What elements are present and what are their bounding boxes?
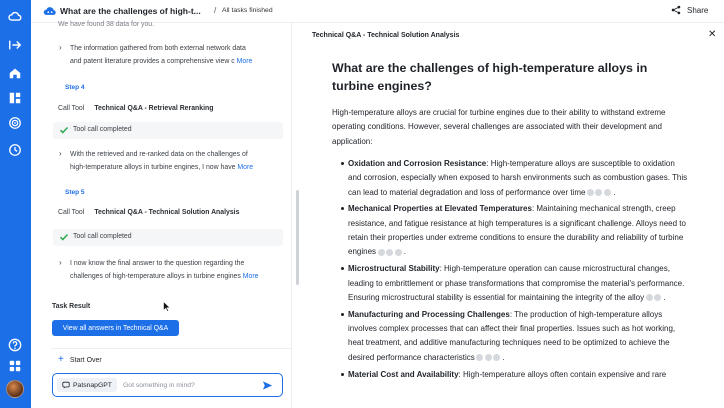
challenge-heading: Microstructural Stability — [348, 264, 440, 274]
more-link[interactable]: More — [243, 273, 259, 280]
challenge-item: Material Cost and Availability: High-tem… — [341, 368, 688, 382]
more-link[interactable]: More — [237, 58, 253, 65]
chat-bubble-icon — [62, 381, 70, 389]
citation-icon[interactable] — [394, 248, 402, 256]
summary-1-line1: The information gathered from both exter… — [70, 45, 246, 52]
challenge-list: Oxidation and Corrosion Resistance : High… — [341, 157, 688, 384]
call-tool-label: Call Tool — [58, 105, 85, 112]
tool-name: Technical Q&A - Technical Solution Analy… — [94, 209, 240, 216]
tool-name: Technical Q&A - Retrieval Reranking — [94, 105, 214, 112]
tool-call-completed: Tool call completed — [73, 126, 132, 133]
chat-input-box: PatsnapGPT — [52, 373, 283, 397]
citation-icon[interactable] — [386, 248, 394, 256]
step-4-label: Step 4 — [65, 84, 85, 91]
history-icon[interactable] — [6, 141, 24, 159]
challenge-text: : High-temperature alloys often contain … — [458, 369, 667, 379]
step-5-label: Step 5 — [65, 189, 85, 196]
more-link[interactable]: More — [237, 164, 253, 171]
summary-1: The information gathered from both exter… — [70, 42, 285, 68]
step-5-call-tool: Call Tool Technical Q&A - Technical Solut… — [58, 209, 239, 216]
summary-3: I now know the final answer to the quest… — [70, 257, 285, 283]
tool-call-status: Tool call completed — [53, 229, 283, 246]
plus-icon: + — [58, 354, 64, 365]
challenge-heading: Manufacturing and Processing Challenges — [348, 309, 510, 319]
share-icon — [671, 5, 681, 15]
call-tool-label: Call Tool — [58, 209, 85, 216]
start-over-label: Start Over — [69, 356, 102, 364]
citation-icon[interactable] — [377, 248, 385, 256]
citation-icon[interactable] — [586, 188, 594, 196]
chevron-right-icon[interactable]: › — [59, 149, 62, 158]
summary-2: With the retrieved and re-ranked data on… — [70, 148, 285, 174]
citation-icon[interactable] — [493, 354, 501, 362]
left-rail — [0, 0, 31, 408]
panel-splitter[interactable] — [291, 23, 292, 408]
citation-icon[interactable] — [645, 294, 653, 302]
tool-call-status: Tool call completed — [53, 122, 283, 139]
message-input[interactable] — [123, 379, 253, 392]
citation-icon[interactable] — [603, 188, 611, 196]
help-icon[interactable] — [6, 336, 24, 354]
challenge-heading: Oxidation and Corrosion Resistance — [348, 159, 487, 168]
challenge-item: Manufacturing and Processing Challenges:… — [341, 308, 688, 365]
summary-2-line2: high-temperature alloys in turbine engin… — [70, 164, 236, 171]
answer-panel: Technical Q&A - Technical Solution Analy… — [300, 23, 724, 408]
challenge-heading: Mechanical Properties at Elevated Temper… — [348, 204, 532, 214]
app-logo-icon — [43, 7, 56, 15]
chevron-right-icon[interactable]: › — [59, 43, 62, 52]
start-over-button[interactable]: + Start Over — [58, 354, 102, 365]
summary-3-line2: challenges of high-temperature alloys in… — [70, 273, 241, 280]
step-4-call-tool: Call Tool Technical Q&A - Retrieval Reran… — [58, 105, 213, 112]
citation-icon[interactable] — [654, 294, 662, 302]
summary-3-line1: I now know the final answer to the quest… — [70, 260, 245, 267]
home-icon[interactable] — [6, 64, 24, 82]
answer-panel-title: Technical Q&A - Technical Solution Analy… — [312, 32, 460, 39]
scrollbar-thumb[interactable] — [296, 190, 299, 285]
agent-steps-panel: We have found 38 data for you. › The inf… — [31, 21, 291, 408]
user-avatar[interactable] — [6, 380, 24, 398]
tool-call-completed: Tool call completed — [73, 233, 132, 240]
apps-grid-icon[interactable] — [6, 357, 24, 375]
chevron-right-icon[interactable]: › — [59, 258, 62, 267]
collapse-arrow-icon[interactable] — [6, 36, 24, 54]
citation-icon[interactable] — [595, 188, 603, 196]
send-icon[interactable] — [262, 380, 273, 391]
share-label: Share — [687, 5, 709, 15]
title-separator: / — [214, 6, 217, 15]
divider — [51, 348, 291, 349]
check-icon — [59, 126, 69, 134]
close-icon[interactable]: ✕ — [708, 29, 716, 40]
task-result-heading: Task Result — [52, 303, 91, 310]
challenge-heading: Material Cost and Availability — [348, 369, 459, 379]
task-status: All tasks finished — [222, 7, 273, 14]
model-name: PatsnapGPT — [73, 381, 112, 389]
view-all-answers-button[interactable]: View all answers in Technical Q&A — [52, 320, 179, 336]
citation-icon[interactable] — [484, 354, 492, 362]
conversation-title: What are the challenges of high-t... — [60, 6, 201, 16]
summary-1-line2: and patent literature provides a compreh… — [70, 58, 235, 65]
radar-icon[interactable] — [6, 114, 24, 132]
logo-cloud-icon[interactable] — [6, 8, 24, 26]
challenge-item: Microstructural Stability: High-temperat… — [341, 262, 688, 305]
challenge-item: Oxidation and Corrosion Resistance: High… — [341, 157, 688, 200]
citation-icon[interactable] — [476, 354, 484, 362]
data-found-text: We have found 38 data for you. — [58, 21, 155, 28]
question-heading: What are the challenges of high-temperat… — [332, 61, 648, 93]
dashboard-icon[interactable] — [6, 89, 24, 107]
share-button[interactable]: Share — [671, 5, 708, 15]
mouse-cursor-icon — [163, 301, 171, 312]
answer-intro: High-temperature alloys are crucial for … — [332, 108, 666, 146]
check-icon — [59, 233, 69, 241]
challenge-item: Mechanical Properties at Elevated Temper… — [341, 202, 688, 259]
summary-2-line1: With the retrieved and re-ranked data on… — [70, 151, 248, 158]
model-selector[interactable]: PatsnapGPT — [57, 378, 117, 392]
